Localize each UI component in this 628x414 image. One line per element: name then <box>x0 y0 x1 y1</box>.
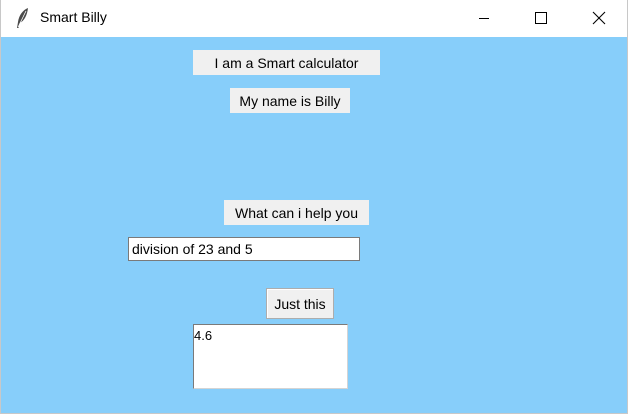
close-button[interactable] <box>576 0 622 36</box>
intro-label: I am a Smart calculator <box>193 50 380 75</box>
minimize-icon <box>479 18 489 19</box>
feather-icon <box>15 7 31 29</box>
result-textbox[interactable]: 4.6 <box>193 324 348 389</box>
maximize-button[interactable] <box>518 0 564 36</box>
prompt-label: What can i help you <box>224 200 369 225</box>
title-bar[interactable]: Smart Billy <box>1 0 627 37</box>
query-input[interactable] <box>128 237 360 261</box>
minimize-button[interactable] <box>461 0 507 36</box>
just-this-button[interactable]: Just this <box>266 288 334 319</box>
window-title: Smart Billy <box>40 9 107 25</box>
maximize-icon <box>535 12 547 24</box>
app-window: Smart Billy I am a Smart calculator My n… <box>0 0 628 414</box>
close-icon <box>592 11 606 25</box>
name-label: My name is Billy <box>230 88 350 113</box>
